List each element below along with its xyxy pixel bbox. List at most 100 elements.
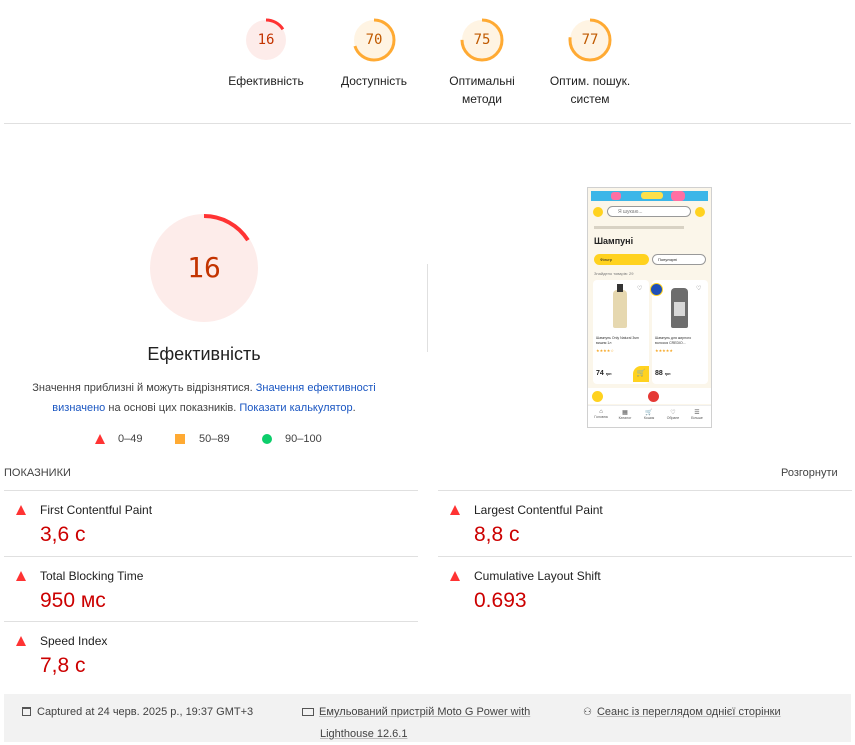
- lighthouse-text: Lighthouse 12.6.1: [320, 728, 408, 740]
- triangle-icon: [16, 505, 26, 515]
- metrics-title: ПОКАЗНИКИ: [4, 467, 71, 479]
- desc-text: .: [352, 402, 356, 414]
- nav-label: Більше: [691, 416, 703, 420]
- calendar-icon: [22, 707, 31, 716]
- sort-select[interactable]: Популярні: [652, 254, 706, 265]
- circle-icon: [262, 434, 272, 444]
- product-card[interactable]: ♡ Шампунь для жирного волосся CREDIO... …: [652, 280, 708, 384]
- product-card[interactable]: ♡ Шампунь Only Natural 3sm вишня 1л ★★★★…: [593, 280, 649, 384]
- header-divider: [4, 123, 851, 124]
- runtime-info-footer: Captured at 24 черв. 2025 р., 19:37 GMT+…: [4, 694, 851, 742]
- nav-item-catalog[interactable]: ▦ Каталог: [615, 409, 635, 420]
- expand-toggle[interactable]: Розгорнути: [781, 467, 838, 479]
- price-value: 88: [655, 370, 663, 377]
- device-icon: [302, 708, 314, 716]
- metric-name: First Contentful Paint: [40, 503, 153, 517]
- found-label: Знайдено товарів:: [594, 271, 628, 276]
- heart-icon[interactable]: ♡: [637, 285, 642, 292]
- bottom-nav: ⌂ Головна ▦ Каталог 🛒 Кошик ♡ Обране ☰ Більше: [588, 405, 711, 427]
- legend-pass: 90–100: [262, 433, 322, 445]
- heart-icon[interactable]: ♡: [696, 285, 701, 292]
- promo-strip: [588, 388, 711, 404]
- metric-speed-index: Speed Index 7,8 с: [4, 621, 418, 687]
- breadcrumb: [594, 226, 684, 229]
- triangle-icon: [16, 571, 26, 581]
- score-gauge-performance[interactable]: 16 Ефективність: [216, 18, 316, 90]
- price-unit: грн: [605, 372, 612, 376]
- metric-tbt: Total Blocking Time 950 мс: [4, 556, 418, 622]
- nav-label: Головна: [594, 415, 608, 419]
- nav-label: Кошик: [643, 416, 655, 420]
- promo-banner: [591, 191, 708, 201]
- calculator-link[interactable]: Показати калькулятор: [239, 402, 352, 414]
- session-icon: ⚇: [583, 707, 592, 718]
- device-info[interactable]: Емульований пристрій Moto G Power with: [302, 701, 530, 723]
- score-label: Оптим. пошук. систем: [549, 74, 631, 106]
- badge-icon: [650, 283, 663, 296]
- performance-title: Ефективність: [147, 344, 261, 364]
- desc-text: на основі цих показників.: [105, 402, 240, 414]
- filter-label: Фільтр: [600, 257, 613, 262]
- product-image: [613, 290, 627, 328]
- sort-label: Популярні: [658, 257, 677, 262]
- final-screenshot[interactable]: Я шукаю... Шампуні Фільтр Популярні Знай…: [587, 187, 712, 428]
- rating-stars: ★★★★☆: [596, 348, 614, 353]
- logo-icon: [593, 207, 603, 217]
- score-value: 70: [365, 32, 383, 48]
- legend-fail-label: 0–49: [118, 433, 143, 445]
- found-value: 29: [628, 271, 634, 276]
- session-info[interactable]: ⚇ Сеанс із переглядом однієї сторінки: [583, 701, 781, 724]
- price-unit: грн: [664, 372, 671, 376]
- nav-item-home[interactable]: ⌂ Головна: [591, 409, 611, 419]
- triangle-icon: [450, 505, 460, 515]
- legend-average-label: 50–89: [199, 433, 230, 445]
- metric-value: 8,8 с: [474, 523, 520, 546]
- square-icon: [175, 434, 185, 444]
- triangle-icon: [95, 434, 105, 444]
- product-name: Шампунь Only Natural 3sm вишня 1л: [596, 336, 639, 345]
- metric-lcp: Largest Contentful Paint 8,8 с: [438, 490, 852, 556]
- metric-value: 950 мс: [40, 589, 106, 612]
- score-gauge-seo[interactable]: 77 Оптим. пошук. систем: [540, 18, 640, 108]
- legend-pass-label: 90–100: [285, 433, 322, 445]
- session-text: Сеанс із переглядом однієї сторінки: [596, 706, 781, 718]
- legend-average: 50–89: [175, 433, 230, 445]
- metric-name: Cumulative Layout Shift: [474, 569, 601, 583]
- metric-value: 7,8 с: [40, 654, 86, 677]
- nav-item-more[interactable]: ☰ Більше: [687, 409, 707, 420]
- nav-label: Каталог: [618, 416, 632, 420]
- score-value: 75: [473, 32, 491, 48]
- cart-icon[interactable]: 🛒: [633, 366, 649, 382]
- metric-name: Total Blocking Time: [40, 569, 144, 583]
- price-value: 74: [596, 370, 604, 377]
- metric-cls: Cumulative Layout Shift 0.693: [438, 556, 852, 622]
- triangle-icon: [450, 571, 460, 581]
- score-value: 16: [257, 32, 275, 48]
- device-text: Емульований пристрій Moto G Power with: [319, 706, 531, 718]
- performance-gauge: 16: [148, 212, 260, 324]
- captured-info: Captured at 24 черв. 2025 р., 19:37 GMT+…: [22, 701, 253, 723]
- search-placeholder: Я шукаю...: [618, 209, 643, 215]
- search-input[interactable]: Я шукаю...: [607, 206, 691, 217]
- triangle-icon: [16, 636, 26, 646]
- phone-icon: [695, 207, 705, 217]
- captured-text: Captured at 24 черв. 2025 р., 19:37 GMT+…: [37, 706, 254, 718]
- found-count: Знайдено товарів: 29: [594, 271, 633, 276]
- metric-name: Largest Contentful Paint: [474, 503, 603, 517]
- product-price: 74 грн: [596, 370, 611, 377]
- desc-text: Значення приблизні й можуть відрізнятися…: [32, 382, 256, 394]
- score-label: Ефективність: [228, 74, 304, 88]
- vertical-separator: [427, 264, 428, 352]
- metric-name: Speed Index: [40, 634, 108, 648]
- score-gauge-best-practices[interactable]: 75 Оптимальні методи: [432, 18, 532, 108]
- score-gauge-accessibility[interactable]: 70 Доступність: [324, 18, 424, 90]
- performance-description: Значення приблизні й можуть відрізнятися…: [30, 378, 378, 418]
- performance-score: 16: [187, 251, 221, 284]
- filter-button[interactable]: Фільтр: [594, 254, 649, 265]
- page-heading: Шампуні: [594, 236, 634, 246]
- nav-item-cart[interactable]: 🛒 Кошик: [639, 409, 659, 420]
- nav-item-favorites[interactable]: ♡ Обране: [663, 409, 683, 420]
- metric-fcp: First Contentful Paint 3,6 с: [4, 490, 418, 556]
- product-name: Шампунь для жирного волосся CREDIO...: [655, 336, 692, 345]
- score-value: 77: [581, 32, 599, 48]
